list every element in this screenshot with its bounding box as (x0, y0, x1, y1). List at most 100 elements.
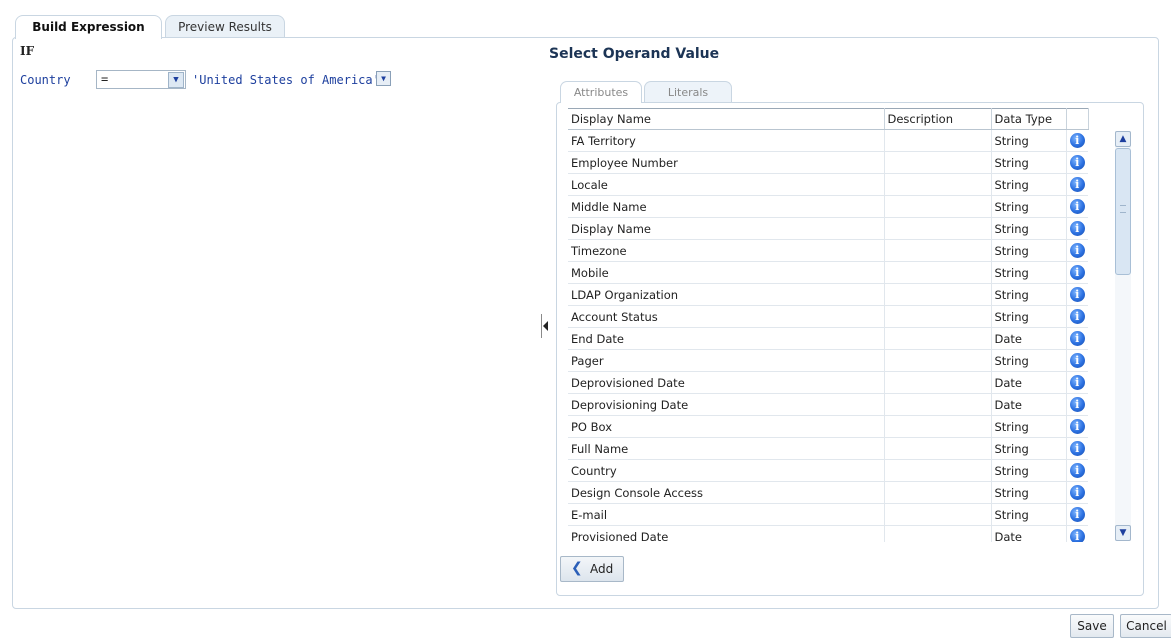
cell-display-name[interactable]: Country (568, 459, 885, 482)
cell-data-type[interactable]: Date (991, 327, 1067, 350)
cell-display-name[interactable]: Display Name (568, 217, 885, 240)
cell-display-name[interactable]: LDAP Organization (568, 283, 885, 306)
cell-display-name[interactable]: Mobile (568, 261, 885, 284)
cell-description[interactable] (884, 459, 992, 482)
info-icon[interactable]: i (1069, 375, 1085, 390)
cell-description[interactable] (884, 283, 992, 306)
cell-data-type[interactable]: String (991, 503, 1067, 526)
table-row[interactable]: FA Territory String i (568, 129, 1088, 152)
table-row[interactable]: Pager String i (568, 349, 1088, 372)
cell-description[interactable] (884, 327, 992, 350)
info-icon[interactable]: i (1069, 419, 1085, 434)
cell-description[interactable] (884, 173, 992, 196)
column-header-display-name[interactable]: Display Name (568, 108, 885, 130)
cell-description[interactable] (884, 415, 992, 438)
cell-data-type[interactable]: String (991, 129, 1067, 152)
info-icon[interactable]: i (1069, 287, 1085, 302)
info-icon[interactable]: i (1069, 485, 1085, 500)
cell-description[interactable] (884, 129, 992, 152)
cell-display-name[interactable]: Deprovisioning Date (568, 393, 885, 416)
info-icon[interactable]: i (1069, 309, 1085, 324)
tab-build-expression[interactable]: Build Expression (15, 15, 162, 39)
scroll-up-icon[interactable]: ▲ (1115, 131, 1131, 147)
cell-data-type[interactable]: String (991, 173, 1067, 196)
info-icon[interactable]: i (1069, 463, 1085, 478)
cell-description[interactable] (884, 261, 992, 284)
save-button[interactable]: Save (1070, 614, 1114, 638)
column-header-data-type[interactable]: Data Type (991, 108, 1067, 130)
scrollbar-thumb[interactable] (1115, 148, 1131, 275)
cell-display-name[interactable]: E-mail (568, 503, 885, 526)
cell-data-type[interactable]: String (991, 437, 1067, 460)
cell-display-name[interactable]: End Date (568, 327, 885, 350)
table-row[interactable]: Mobile String i (568, 261, 1088, 284)
cell-display-name[interactable]: Full Name (568, 437, 885, 460)
cell-description[interactable] (884, 481, 992, 504)
info-icon[interactable]: i (1069, 265, 1085, 280)
info-icon[interactable]: i (1069, 441, 1085, 456)
cell-description[interactable] (884, 239, 992, 262)
cell-description[interactable] (884, 349, 992, 372)
table-row[interactable]: LDAP Organization String i (568, 283, 1088, 306)
cell-data-type[interactable]: Date (991, 371, 1067, 394)
cell-description[interactable] (884, 217, 992, 240)
literal-value[interactable]: 'United States of America' (192, 73, 380, 87)
cell-data-type[interactable]: String (991, 415, 1067, 438)
cell-description[interactable] (884, 151, 992, 174)
cell-data-type[interactable]: String (991, 481, 1067, 504)
cell-description[interactable] (884, 371, 992, 394)
cell-display-name[interactable]: Provisioned Date (568, 525, 885, 542)
table-row[interactable]: Provisioned Date Date i (568, 525, 1088, 542)
table-row[interactable]: Locale String i (568, 173, 1088, 196)
table-row[interactable]: End Date Date i (568, 327, 1088, 350)
info-icon[interactable]: i (1069, 507, 1085, 522)
info-icon[interactable]: i (1069, 133, 1085, 148)
cell-description[interactable] (884, 525, 992, 542)
info-icon[interactable]: i (1069, 155, 1085, 170)
cell-display-name[interactable]: Employee Number (568, 151, 885, 174)
table-row[interactable]: PO Box String i (568, 415, 1088, 438)
cell-data-type[interactable]: String (991, 283, 1067, 306)
table-row[interactable]: Account Status String i (568, 305, 1088, 328)
info-icon[interactable]: i (1069, 529, 1085, 542)
table-row[interactable]: Timezone String i (568, 239, 1088, 262)
cell-display-name[interactable]: Locale (568, 173, 885, 196)
table-row[interactable]: Deprovisioning Date Date i (568, 393, 1088, 416)
cancel-button[interactable]: Cancel (1120, 614, 1171, 638)
table-scrollbar[interactable]: ▲ ▼ (1115, 131, 1131, 541)
info-icon[interactable]: i (1069, 243, 1085, 258)
table-row[interactable]: Display Name String i (568, 217, 1088, 240)
info-icon[interactable]: i (1069, 177, 1085, 192)
table-row[interactable]: Full Name String i (568, 437, 1088, 460)
cell-description[interactable] (884, 437, 992, 460)
cell-display-name[interactable]: Design Console Access (568, 481, 885, 504)
add-button[interactable]: ❮ Add (560, 556, 624, 582)
cell-data-type[interactable]: Date (991, 525, 1067, 542)
chevron-down-icon[interactable]: ▼ (168, 72, 184, 88)
tab-preview-results[interactable]: Preview Results (165, 15, 285, 39)
cell-data-type[interactable]: String (991, 239, 1067, 262)
table-row[interactable]: Employee Number String i (568, 151, 1088, 174)
cell-display-name[interactable]: Middle Name (568, 195, 885, 218)
cell-display-name[interactable]: FA Territory (568, 129, 885, 152)
cell-data-type[interactable]: String (991, 195, 1067, 218)
operand-label[interactable]: Country (20, 73, 71, 87)
cell-description[interactable] (884, 195, 992, 218)
cell-display-name[interactable]: Timezone (568, 239, 885, 262)
table-row[interactable]: Deprovisioned Date Date i (568, 371, 1088, 394)
table-row[interactable]: E-mail String i (568, 503, 1088, 526)
info-icon[interactable]: i (1069, 221, 1085, 236)
cell-display-name[interactable]: Account Status (568, 305, 885, 328)
cell-data-type[interactable]: String (991, 217, 1067, 240)
collapse-panel-handle[interactable] (541, 314, 548, 338)
table-row[interactable]: Country String i (568, 459, 1088, 482)
cell-display-name[interactable]: Pager (568, 349, 885, 372)
cell-description[interactable] (884, 305, 992, 328)
cell-data-type[interactable]: String (991, 459, 1067, 482)
cell-data-type[interactable]: String (991, 349, 1067, 372)
cell-data-type[interactable]: String (991, 151, 1067, 174)
cell-data-type[interactable]: Date (991, 393, 1067, 416)
cell-display-name[interactable]: Deprovisioned Date (568, 371, 885, 394)
table-row[interactable]: Middle Name String i (568, 195, 1088, 218)
cell-data-type[interactable]: String (991, 261, 1067, 284)
